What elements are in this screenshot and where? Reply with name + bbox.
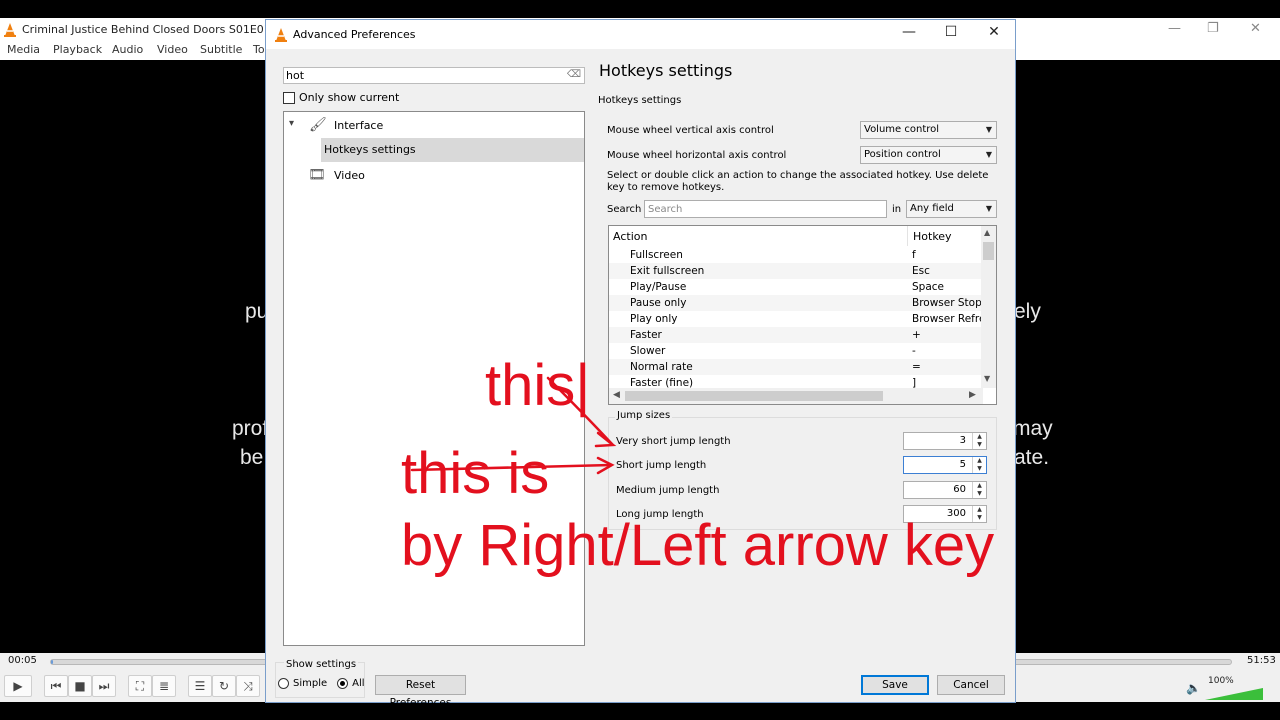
annotation-arrows	[410, 376, 617, 475]
strikethrough-line	[410, 463, 613, 472]
annotation-arrow-1	[546, 376, 614, 446]
